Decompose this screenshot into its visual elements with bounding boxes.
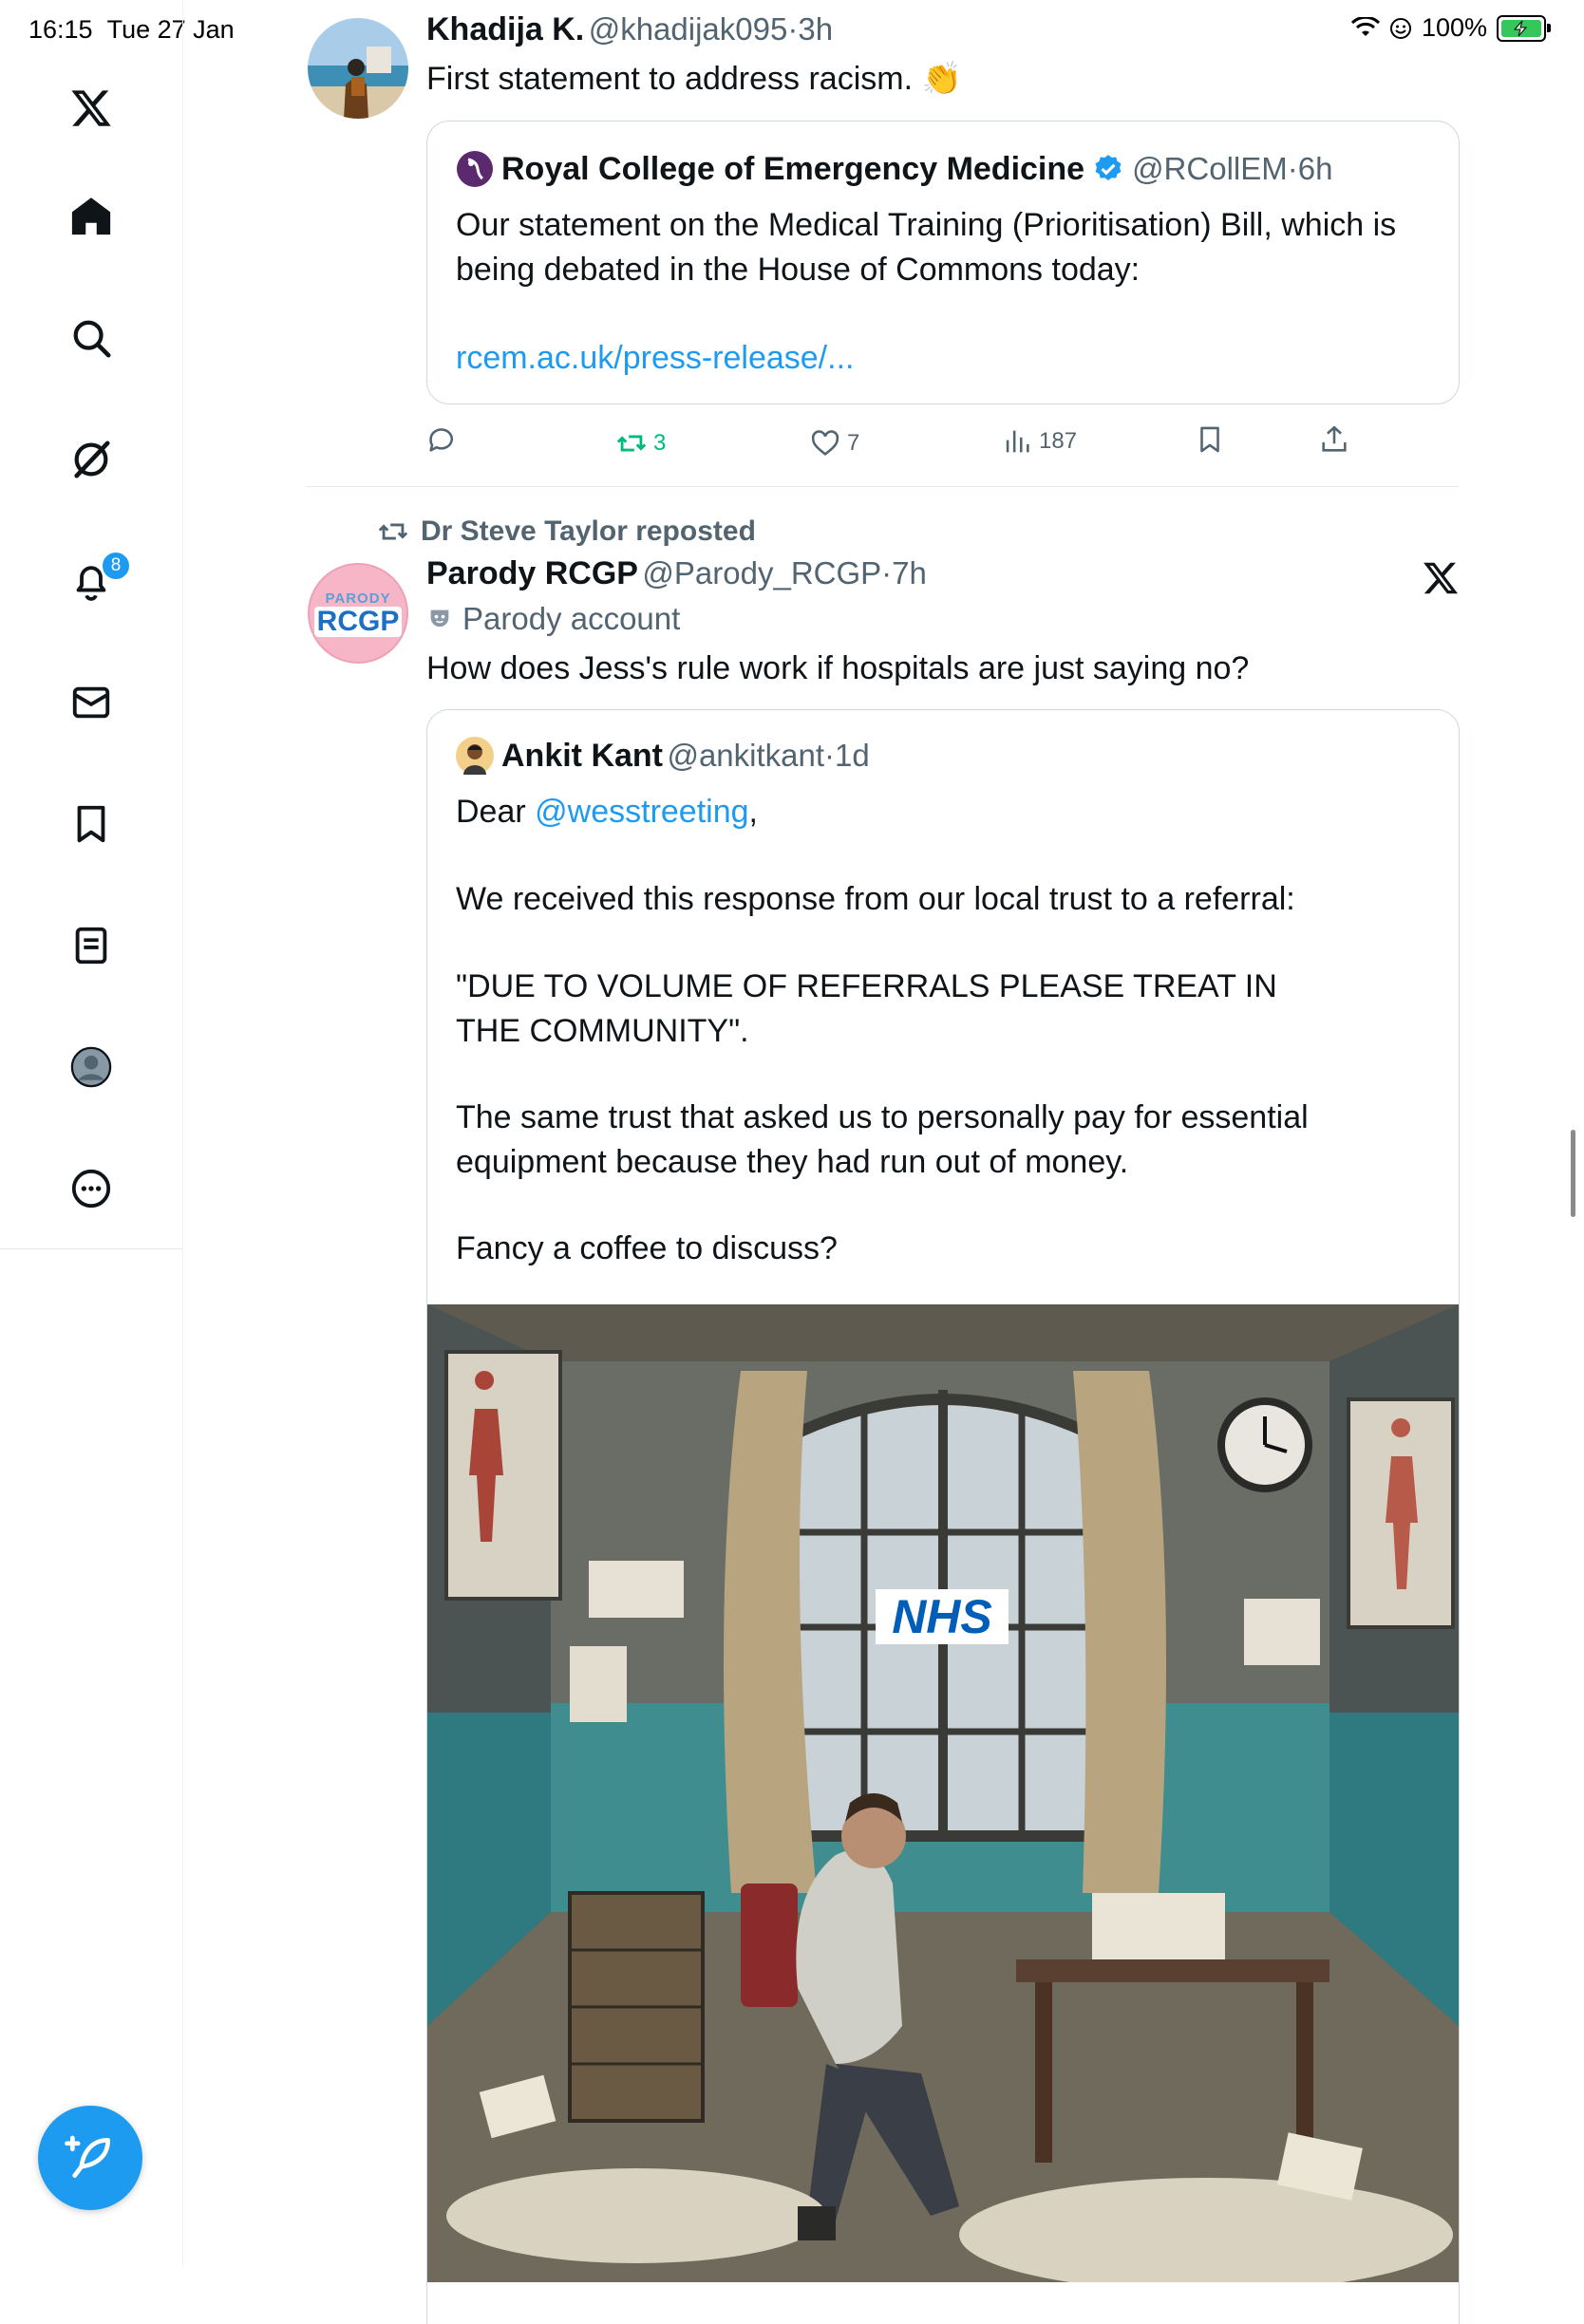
quote-paragraph: The same trust that asked us to personal… <box>456 1099 1309 1180</box>
x-logo-icon[interactable] <box>1422 559 1460 597</box>
share-button[interactable] <box>1318 423 1350 456</box>
tweet-header: Parody RCGP @Parody_RCGP·7h <box>426 555 927 591</box>
like-count: 7 <box>847 430 860 456</box>
heart-icon <box>811 430 839 456</box>
mask-icon <box>430 609 449 628</box>
quote-greeting: Dear @wesstreeting, <box>456 794 758 830</box>
reposted-by: Dr Steve Taylor reposted <box>421 515 756 547</box>
avatar-parody-text: PARODY <box>325 590 391 607</box>
x-logo-icon[interactable] <box>65 82 118 135</box>
share-icon <box>1322 425 1347 452</box>
search-icon[interactable] <box>65 311 118 365</box>
tweet-header: Khadija K. @khadijak095·3h <box>426 11 834 47</box>
rcem-logo-icon <box>457 151 493 187</box>
timestamp[interactable]: 7h <box>892 555 927 590</box>
quote-display-name: Ankit Kant <box>501 737 663 774</box>
more-icon[interactable] <box>65 1162 118 1215</box>
sidebar: 8 <box>0 0 183 2267</box>
parody-label: Parody account <box>426 601 680 637</box>
avatar[interactable]: PARODY RCGP <box>308 563 408 664</box>
parody-label-text: Parody account <box>462 601 681 636</box>
nhs-sign-text: NHS <box>892 1590 992 1643</box>
notification-badge: 8 <box>101 551 131 581</box>
repost-button[interactable]: 3 <box>615 427 666 459</box>
mail-icon[interactable] <box>65 676 118 729</box>
verified-badge-icon <box>1095 155 1122 181</box>
grok-icon[interactable] <box>65 433 118 486</box>
reply-button[interactable] <box>425 423 458 456</box>
bookmark-icon[interactable] <box>65 797 118 851</box>
quote-header: Ankit Kant @ankitkant · 1d <box>456 737 870 775</box>
list-icon[interactable] <box>65 919 118 972</box>
display-name[interactable]: Parody RCGP <box>426 555 638 591</box>
tweet[interactable]: Khadija K. @khadijak095·3h First stateme… <box>306 0 1460 487</box>
quote-paragraph: We received this response from our local… <box>456 881 1295 917</box>
repost-icon <box>616 435 647 452</box>
avatar-rcgp-text: RCGP <box>313 606 403 637</box>
avatar <box>456 737 494 775</box>
analytics-icon <box>1006 430 1029 453</box>
views-button[interactable]: 187 <box>1001 425 1077 458</box>
bookmark-button[interactable] <box>1194 423 1226 456</box>
quote-link[interactable]: rcem.ac.uk/press-release/... <box>456 336 854 381</box>
quoted-tweet[interactable]: Ankit Kant @ankitkant · 1d Dear @wesstreet… <box>426 709 1460 2324</box>
quote-timestamp: 1d <box>835 738 870 773</box>
quote-handle: @ankitkant <box>667 738 825 773</box>
like-button[interactable]: 7 <box>809 427 859 459</box>
tweet[interactable]: Dr Steve Taylor reposted PARODY RCGP Par… <box>306 487 1460 2324</box>
mention-link[interactable]: @wesstreeting <box>535 794 748 830</box>
quote-text: Our statement on the Medical Training (P… <box>456 207 1397 288</box>
scrollbar[interactable] <box>1571 1130 1575 1217</box>
avatar[interactable] <box>308 18 408 119</box>
reply-icon <box>429 428 454 452</box>
repost-count: 3 <box>653 430 667 456</box>
tweet-text: First statement to address racism. 👏 <box>426 61 962 97</box>
handle[interactable]: @Parody_RCGP <box>642 555 881 590</box>
handle[interactable]: @khadijak095 <box>589 11 788 47</box>
bookmark-outline-icon <box>1200 426 1219 453</box>
quote-timestamp: 6h <box>1297 151 1333 186</box>
quoted-tweet[interactable]: Royal College of Emergency Medicine @RCo… <box>426 121 1460 404</box>
repost-context[interactable]: Dr Steve Taylor reposted <box>377 515 756 548</box>
tweet-text: How does Jess's rule work if hospitals a… <box>426 650 1250 686</box>
timestamp[interactable]: 3h <box>798 11 833 47</box>
display-name[interactable]: Khadija K. <box>426 11 584 47</box>
quote-header: Royal College of Emergency Medicine @RCo… <box>456 150 1332 188</box>
home-icon[interactable] <box>65 190 118 243</box>
view-count: 187 <box>1039 428 1078 454</box>
quote-paragraph: "DUE TO VOLUME OF REFERRALS PLEASE TREAT… <box>456 968 1277 1049</box>
profile-icon[interactable] <box>65 1040 118 1094</box>
quote-paragraph: Fancy a coffee to discuss? <box>456 1230 838 1266</box>
battery-icon <box>1497 14 1551 42</box>
compose-button[interactable] <box>38 2106 142 2210</box>
quote-handle: @RCollEM <box>1132 151 1288 186</box>
repost-icon <box>378 523 408 540</box>
quote-display-name: Royal College of Emergency Medicine <box>501 150 1085 187</box>
feather-plus-icon <box>65 2135 110 2178</box>
quote-media-image[interactable]: NHS <box>427 1304 1459 2282</box>
